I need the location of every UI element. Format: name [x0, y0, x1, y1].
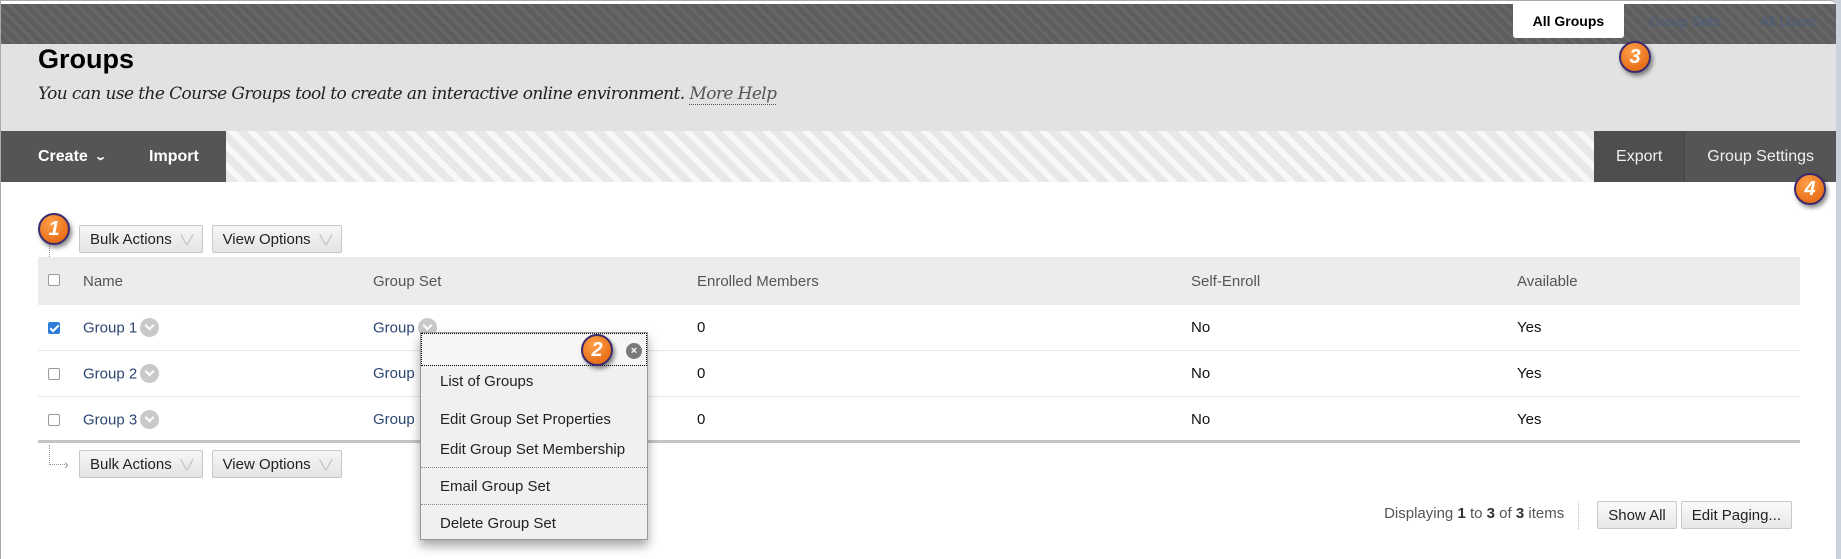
self-enroll-value: No — [1191, 365, 1211, 382]
group-set-name: Group — [373, 319, 415, 337]
toolbar-top: Bulk Actions ⋁ View Options ⋁ — [79, 225, 342, 253]
paging-prefix: Displaying — [1384, 504, 1454, 522]
table-header: Name Group Set Enrolled Members Self-Enr… — [38, 257, 1800, 305]
group-set-link[interactable]: Group — [373, 365, 415, 382]
double-chevron-down-icon: ⋁ — [179, 457, 194, 471]
action-bar: Create ⌄ Import Export Group Settings — [1, 131, 1836, 182]
group-name: Group 1 — [83, 319, 138, 337]
available-value: Yes — [1517, 319, 1542, 336]
export-button[interactable]: Export — [1594, 131, 1686, 182]
chevron-down-icon: ⌄ — [93, 151, 107, 163]
description-text: You can use the Course Groups tool to cr… — [38, 84, 685, 104]
action-bar-left: Create ⌄ Import — [1, 131, 226, 182]
context-menu-icon[interactable] — [140, 318, 160, 337]
paging-total: 3 — [1515, 504, 1525, 522]
bulk-actions-button[interactable]: Bulk Actions ⋁ — [79, 450, 203, 478]
bulk-actions-button[interactable]: Bulk Actions ⋁ — [79, 225, 203, 253]
paging-summary: Displaying 1 to 3 of 3 items — [1384, 501, 1580, 529]
menu-item-edit-membership[interactable]: Edit Group Set Membership — [421, 434, 647, 464]
paging-to: 3 — [1486, 504, 1495, 522]
context-menu-header: × — [421, 333, 647, 366]
enrolled-count: 0 — [697, 365, 706, 382]
view-options-label: View Options — [222, 230, 311, 248]
self-enroll-value: No — [1191, 411, 1211, 428]
view-options-button[interactable]: View Options ⋁ — [211, 225, 342, 253]
available-value: Yes — [1517, 411, 1542, 428]
group-name-link[interactable]: Group 1 — [83, 318, 160, 338]
menu-item-delete-group-set[interactable]: Delete Group Set — [421, 508, 647, 538]
tab-all-users[interactable]: All Users — [1740, 4, 1836, 38]
menu-divider — [421, 504, 647, 505]
table-row: Group 2 Group 0 No Yes — [38, 351, 1800, 397]
select-all-checkbox[interactable] — [48, 274, 60, 286]
create-label: Create — [38, 147, 88, 165]
page-description: You can use the Course Groups tool to cr… — [38, 84, 777, 105]
menu-item-list-of-groups[interactable]: List of Groups — [421, 366, 647, 396]
double-chevron-down-icon: ⋁ — [179, 232, 194, 246]
column-header-self-enroll[interactable]: Self-Enroll — [1191, 273, 1260, 290]
action-bar-right: Export Group Settings — [1594, 131, 1836, 182]
column-header-group-set[interactable]: Group Set — [373, 273, 441, 290]
column-header-enrolled[interactable]: Enrolled Members — [697, 273, 819, 290]
tab-all-groups[interactable]: All Groups — [1512, 4, 1625, 38]
row-checkbox[interactable] — [48, 322, 60, 334]
view-options-button[interactable]: View Options ⋁ — [211, 450, 342, 478]
double-chevron-down-icon: ⋁ — [318, 457, 333, 471]
bulk-actions-label: Bulk Actions — [90, 455, 172, 473]
paging-suffix: items — [1528, 504, 1565, 522]
context-menu-icon[interactable] — [140, 364, 160, 383]
table-row: Group 1 Group 0 No Yes — [38, 305, 1800, 351]
group-name: Group 2 — [83, 365, 138, 383]
context-menu-icon[interactable] — [140, 410, 160, 429]
group-name-link[interactable]: Group 3 — [83, 410, 160, 430]
paging-from: 1 — [1457, 504, 1466, 522]
bulk-actions-label: Bulk Actions — [90, 230, 172, 248]
callout-badge-2: 2 — [581, 334, 613, 366]
edit-paging-button[interactable]: Edit Paging... — [1680, 501, 1792, 529]
group-set-context-menu: × List of Groups Edit Group Set Properti… — [420, 332, 648, 540]
toolbar-bottom: Bulk Actions ⋁ View Options ⋁ — [79, 450, 342, 478]
page-header: Groups You can use the Course Groups too… — [1, 44, 1836, 131]
callout-badge-3: 3 — [1619, 41, 1651, 73]
menu-item-email-group-set[interactable]: Email Group Set — [421, 471, 647, 501]
group-name: Group 3 — [83, 411, 138, 429]
enrolled-count: 0 — [697, 319, 706, 336]
show-all-button[interactable]: Show All — [1597, 501, 1677, 529]
paging-bar: Displaying 1 to 3 of 3 items Show All Ed… — [1384, 501, 1792, 529]
page-frame: All Groups Group Sets All Users Groups Y… — [0, 0, 1836, 559]
page-title: Groups — [38, 44, 135, 74]
double-chevron-down-icon: ⋁ — [318, 232, 333, 246]
arrow-right-icon: › — [64, 456, 69, 472]
view-options-label: View Options — [222, 455, 311, 473]
paging-to-word: to — [1469, 504, 1483, 522]
callout-badge-1: 1 — [38, 213, 70, 245]
row-checkbox[interactable] — [48, 368, 60, 380]
close-icon[interactable]: × — [626, 343, 642, 359]
create-button[interactable]: Create ⌄ — [1, 131, 127, 182]
row-checkbox[interactable] — [48, 414, 60, 426]
group-set-link[interactable]: Group — [373, 411, 415, 428]
import-button[interactable]: Import — [127, 131, 221, 182]
enrolled-count: 0 — [697, 411, 706, 428]
available-value: Yes — [1517, 365, 1542, 382]
tab-group-sets[interactable]: Group Sets — [1629, 4, 1740, 38]
more-help-link[interactable]: More Help — [689, 84, 777, 105]
menu-item-edit-properties[interactable]: Edit Group Set Properties — [421, 404, 647, 434]
self-enroll-value: No — [1191, 319, 1211, 336]
nav-tabs: All Groups Group Sets All Users — [1512, 4, 1836, 38]
menu-divider — [421, 467, 647, 468]
callout-badge-4: 4 — [1794, 173, 1826, 205]
paging-of-word: of — [1499, 504, 1512, 522]
group-name-link[interactable]: Group 2 — [83, 364, 160, 384]
table-row: Group 3 Group 0 No Yes — [38, 397, 1800, 443]
column-header-available[interactable]: Available — [1517, 273, 1578, 290]
column-header-name[interactable]: Name — [83, 273, 123, 290]
